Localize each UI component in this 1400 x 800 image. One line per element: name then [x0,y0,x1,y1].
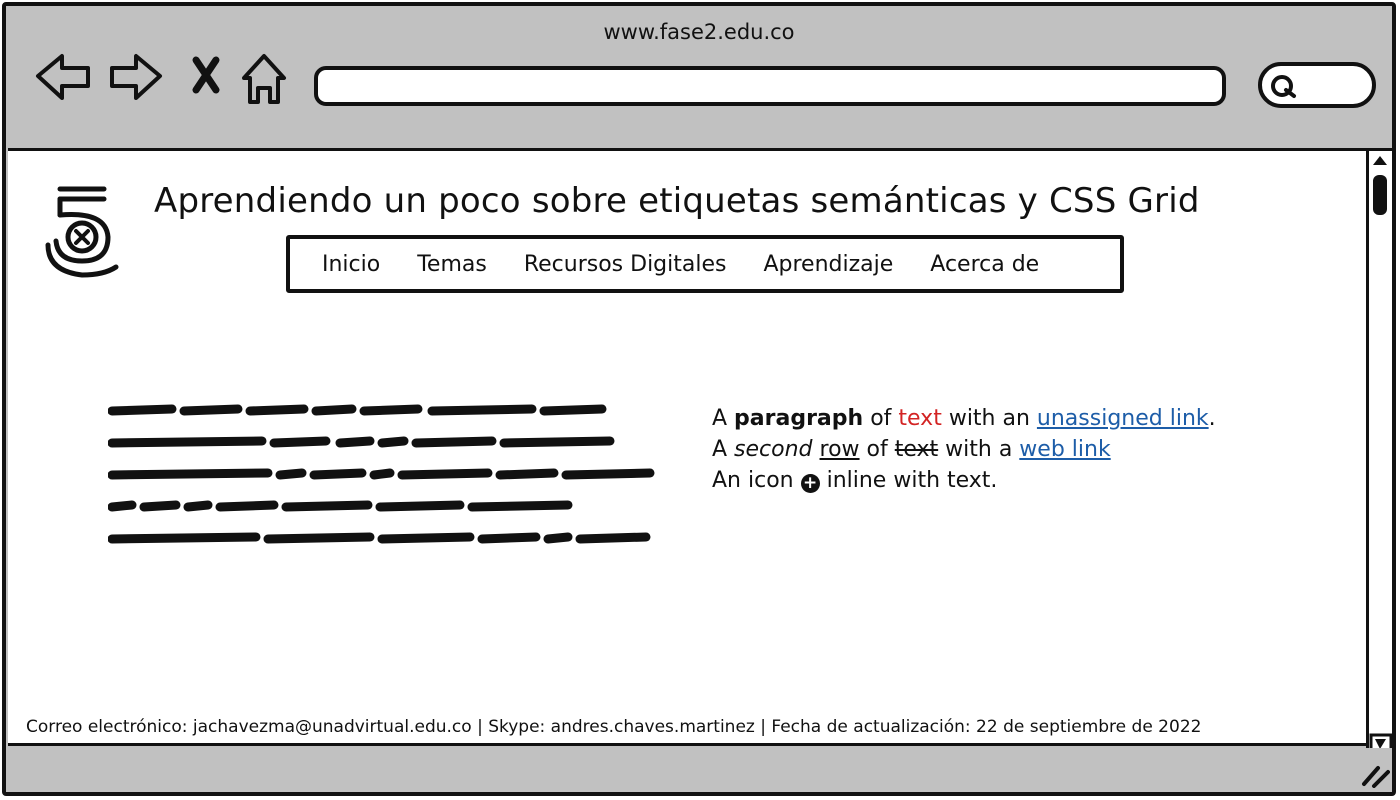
sample-paragraph: A paragraph of text with an unassigned l… [712,403,1216,496]
page-title: Aprendiendo un poco sobre etiquetas semá… [154,181,1200,221]
text [813,437,820,462]
menu-item-temas[interactable]: Temas [417,252,487,277]
html5-logo [42,185,122,285]
page-content: Aprendiendo un poco sobre etiquetas semá… [8,148,1366,746]
close-x-icon[interactable] [192,56,220,94]
window-title: www.fase2.edu.co [603,20,795,44]
bold-text: paragraph [734,406,864,431]
menu-item-aprendizaje[interactable]: Aprendizaje [763,252,893,277]
text: of [863,406,899,431]
strikethrough-text: text [894,437,939,462]
back-arrow-icon[interactable] [36,54,90,100]
text: with an [941,406,1037,431]
scribble-line [108,436,615,448]
navigation-buttons [32,48,322,108]
main-menu: Inicio Temas Recursos Digitales Aprendiz… [286,235,1124,293]
paragraph-line-3: An icon + inline with text. [712,465,1216,496]
scribble-line [108,468,655,480]
scribble-line [108,532,651,544]
menu-item-inicio[interactable]: Inicio [322,252,380,277]
scribble-line [108,404,607,416]
paragraph-line-2: A second row of text with a web link [712,434,1216,465]
paragraph-line-1: A paragraph of text with an unassigned l… [712,403,1216,434]
browser-window: www.fase2.edu.co Aprendiendo un poco sob… [2,2,1396,796]
underlined-text: row [819,437,860,462]
text: An icon [712,468,801,493]
scroll-up-icon[interactable] [1373,156,1387,165]
home-icon[interactable] [242,54,286,104]
search-icon [1271,75,1296,98]
web-link[interactable]: web link [1019,437,1110,462]
placeholder-text-scribble [108,404,655,544]
plus-circle-icon: + [800,474,820,493]
resize-grip-icon[interactable] [1360,762,1390,788]
text: A [712,406,735,431]
text: A [712,437,735,462]
italic-text: second [734,437,813,462]
page-footer: Correo electrónico: jachavezma@unadvirtu… [26,717,1202,737]
unassigned-link[interactable]: unassigned link [1037,406,1209,431]
text: of [859,437,895,462]
scroll-thumb[interactable] [1373,175,1387,215]
scribble-line [108,500,573,512]
address-bar[interactable] [314,66,1226,106]
vertical-scrollbar[interactable] [1366,148,1392,755]
text: inline with text. [819,468,998,493]
forward-arrow-icon[interactable] [110,54,162,100]
text: with a [938,437,1020,462]
status-bar [6,748,1392,792]
menu-item-recursos-digitales[interactable]: Recursos Digitales [524,252,727,277]
red-text: text [898,406,942,431]
search-field[interactable] [1258,62,1376,108]
text: . [1208,406,1216,431]
menu-item-acerca-de[interactable]: Acerca de [930,252,1039,277]
